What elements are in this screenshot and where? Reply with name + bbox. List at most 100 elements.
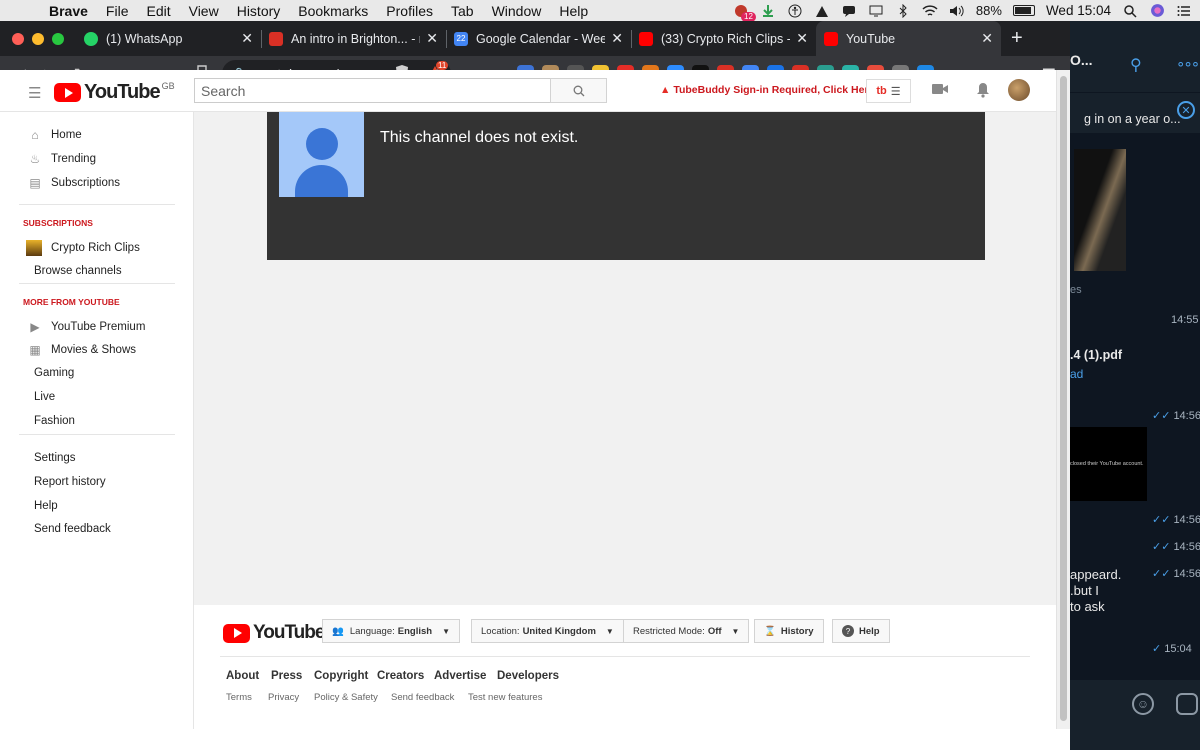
- help-button[interactable]: ? Help: [832, 619, 890, 643]
- menu-brave[interactable]: Brave: [40, 3, 97, 19]
- footer-link-about[interactable]: About: [226, 670, 259, 682]
- footer-link-press[interactable]: Press: [271, 670, 302, 682]
- language-picker[interactable]: 👥 Language: English ▼: [322, 619, 460, 643]
- guide-menu-icon[interactable]: ☰: [28, 84, 41, 102]
- search-icon[interactable]: ⚲: [1130, 55, 1142, 75]
- close-tab-icon[interactable]: ✕: [426, 30, 438, 47]
- notifications-bell-icon[interactable]: [976, 82, 990, 102]
- siri-icon[interactable]: [1149, 3, 1165, 19]
- new-tab-button[interactable]: +: [1001, 21, 1033, 56]
- guide-movies-shows[interactable]: ▦ Movies & Shows: [28, 343, 136, 357]
- history-label: History: [780, 625, 814, 637]
- battery-icon[interactable]: [1012, 5, 1035, 16]
- tubebuddy-menu-button[interactable]: tb ☰: [866, 79, 911, 103]
- location-picker[interactable]: Location: United Kingdom ▼: [471, 619, 624, 643]
- guide-fashion[interactable]: Fashion: [34, 415, 75, 427]
- close-tab-icon[interactable]: ✕: [241, 30, 253, 47]
- guide-youtube-premium[interactable]: ▶ YouTube Premium: [28, 320, 145, 334]
- macos-menu-bar: Brave File Edit View History Bookmarks P…: [0, 0, 1200, 22]
- menu-history[interactable]: History: [228, 3, 290, 19]
- bluetooth-icon[interactable]: [895, 3, 911, 19]
- file-name[interactable]: .4 (1).pdf: [1070, 348, 1122, 362]
- menu-view[interactable]: View: [180, 3, 228, 19]
- guide-send-feedback[interactable]: Send feedback: [34, 523, 111, 535]
- notification-center-icon[interactable]: [1176, 3, 1192, 19]
- footer-link-test-new-features[interactable]: Test new features: [468, 692, 542, 703]
- close-pinned-icon[interactable]: ✕: [1177, 101, 1195, 119]
- search-button[interactable]: [550, 78, 607, 103]
- menu-profiles[interactable]: Profiles: [377, 3, 442, 19]
- browser-tab[interactable]: (33) Crypto Rich Clips - Yo ✕: [631, 21, 816, 56]
- guide-gaming[interactable]: Gaming: [34, 367, 74, 379]
- footer-youtube-logo[interactable]: YouTube: [223, 622, 325, 644]
- footer-link-privacy[interactable]: Privacy: [268, 692, 299, 703]
- footer-link-policy-safety[interactable]: Policy & Safety: [314, 692, 378, 703]
- search-icon: [573, 85, 584, 96]
- pinned-message[interactable]: g in on a year o...: [1084, 112, 1181, 126]
- guide-live[interactable]: Live: [34, 391, 55, 403]
- zoom-window-button[interactable]: [52, 32, 64, 45]
- guide-subscriptions[interactable]: ▤ Subscriptions: [28, 176, 120, 190]
- sticker-icon[interactable]: [1176, 693, 1198, 715]
- history-button[interactable]: ⌛ History: [754, 619, 824, 643]
- menu-bookmarks[interactable]: Bookmarks: [289, 3, 377, 19]
- guide-help[interactable]: Help: [34, 500, 58, 512]
- youtube-logo[interactable]: YouTube GB: [54, 81, 175, 104]
- guide-settings[interactable]: Settings: [34, 452, 76, 464]
- browser-tab[interactable]: (1) WhatsApp ✕: [76, 21, 261, 56]
- spotlight-search-icon[interactable]: [1122, 3, 1138, 19]
- tab-title: YouTube: [846, 31, 896, 46]
- guide-trending[interactable]: ♨ Trending: [28, 152, 96, 166]
- menu-window[interactable]: Window: [483, 3, 551, 19]
- close-window-button[interactable]: [12, 32, 24, 45]
- close-tab-icon[interactable]: ✕: [981, 30, 993, 47]
- guide-report-history[interactable]: Report history: [34, 476, 106, 488]
- browser-tab[interactable]: YouTube ✕: [816, 21, 1001, 56]
- guide-channel-crypto-rich-clips[interactable]: Crypto Rich Clips: [26, 240, 140, 256]
- emoji-icon[interactable]: ☺: [1132, 693, 1154, 715]
- guide-premium-label: YouTube Premium: [51, 321, 146, 333]
- footer-link-creators[interactable]: Creators: [377, 670, 424, 682]
- more-options-icon[interactable]: ∘∘∘: [1176, 55, 1200, 73]
- guide-browse-channels[interactable]: Browse channels: [34, 265, 122, 277]
- browser-tab[interactable]: An intro in Brighton... - rich ✕: [261, 21, 446, 56]
- wifi-icon[interactable]: [922, 3, 938, 19]
- footer-link-send-feedback[interactable]: Send feedback: [391, 692, 454, 703]
- menu-lines-icon: ☰: [890, 85, 901, 98]
- notification-app-icon[interactable]: 12: [733, 3, 756, 22]
- footer-link-developers[interactable]: Developers: [497, 670, 559, 682]
- close-tab-icon[interactable]: ✕: [796, 30, 808, 47]
- menu-edit[interactable]: Edit: [137, 3, 179, 19]
- download-icon[interactable]: [760, 3, 776, 19]
- download-link[interactable]: ad: [1070, 367, 1083, 381]
- messages-icon[interactable]: [841, 3, 857, 19]
- close-tab-icon[interactable]: ✕: [611, 30, 623, 47]
- volume-icon[interactable]: [949, 3, 965, 19]
- upload-video-icon[interactable]: [932, 82, 949, 99]
- tubebuddy-warning[interactable]: ▲ TubeBuddy Sign-in Required, Click Here: [660, 84, 874, 96]
- menu-file[interactable]: File: [97, 3, 138, 19]
- vpn-icon[interactable]: [814, 3, 830, 19]
- menu-help[interactable]: Help: [550, 3, 597, 19]
- footer-link-terms[interactable]: Terms: [226, 692, 252, 703]
- guide-home[interactable]: ⌂ Home: [28, 128, 81, 142]
- guide-divider: [19, 204, 175, 205]
- accessibility-icon[interactable]: [787, 3, 803, 19]
- minimize-window-button[interactable]: [32, 32, 44, 45]
- tab-title: An intro in Brighton... - rich: [291, 31, 420, 46]
- menu-tab[interactable]: Tab: [442, 3, 483, 19]
- screenshot-message[interactable]: closed their YouTube account.: [1070, 427, 1147, 501]
- page-scrollbar[interactable]: [1056, 70, 1070, 729]
- language-value: English: [397, 625, 433, 637]
- scrollbar-thumb[interactable]: [1060, 76, 1067, 721]
- account-avatar[interactable]: [1008, 79, 1030, 101]
- footer-link-copyright[interactable]: Copyright: [314, 670, 368, 682]
- menubar-clock[interactable]: Wed 15:04: [1046, 3, 1111, 18]
- footer-link-advertise[interactable]: Advertise: [434, 670, 486, 682]
- youtube-footer: YouTube 👥 Language: English ▼ Location: …: [194, 605, 1056, 729]
- monitor-icon[interactable]: [868, 3, 884, 19]
- chat-image[interactable]: [1074, 149, 1126, 271]
- search-input[interactable]: Search: [194, 78, 551, 103]
- restricted-mode-picker[interactable]: Restricted Mode: Off ▼: [623, 619, 750, 643]
- browser-tab[interactable]: 22 Google Calendar - Week o ✕: [446, 21, 631, 56]
